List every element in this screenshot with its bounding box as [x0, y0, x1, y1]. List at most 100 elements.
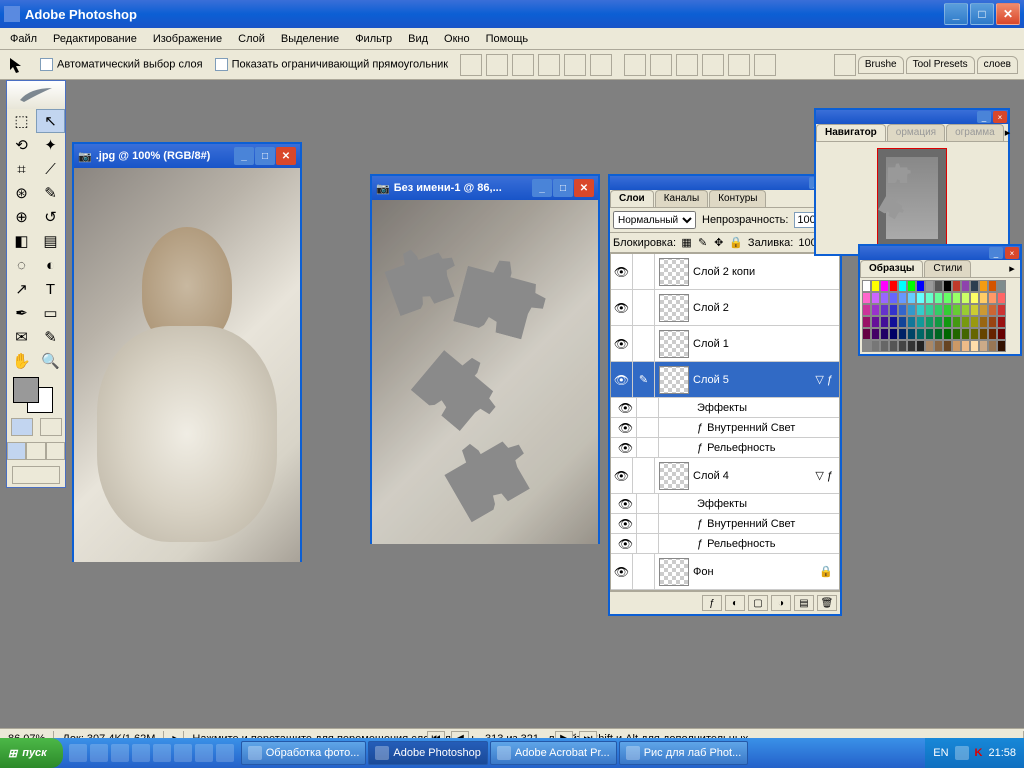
visibility-icon[interactable]: 👁	[611, 254, 633, 289]
swatch[interactable]	[880, 280, 889, 292]
swatch[interactable]	[997, 280, 1006, 292]
fg-color[interactable]	[13, 377, 39, 403]
tab-channels[interactable]: Каналы	[655, 190, 709, 207]
dist-btn[interactable]	[676, 54, 698, 76]
tab-info[interactable]: ормация	[887, 124, 945, 141]
set-button[interactable]: ▢	[748, 595, 768, 611]
swatch[interactable]	[934, 292, 943, 304]
swatch[interactable]	[943, 304, 952, 316]
ql-icon[interactable]	[90, 744, 108, 762]
swatch[interactable]	[871, 328, 880, 340]
ql-icon[interactable]	[195, 744, 213, 762]
swatch[interactable]	[979, 304, 988, 316]
swatch[interactable]	[979, 316, 988, 328]
swatch[interactable]	[898, 280, 907, 292]
eraser-tool[interactable]: ◧	[7, 229, 36, 253]
well-tab-presets[interactable]: Tool Presets	[906, 56, 975, 74]
swatch[interactable]	[862, 292, 871, 304]
swatch[interactable]	[871, 340, 880, 352]
lock-move-icon[interactable]: ✥	[713, 236, 724, 249]
layer-thumb[interactable]	[659, 366, 689, 394]
swatch[interactable]	[898, 328, 907, 340]
link-cell[interactable]	[633, 290, 655, 325]
swatch[interactable]	[997, 304, 1006, 316]
tab-histogram[interactable]: ограмма	[946, 124, 1004, 141]
layer-row[interactable]: 👁✎Слой 5▽ ƒ	[611, 362, 839, 398]
ql-icon[interactable]	[111, 744, 129, 762]
panel-close-button[interactable]: ×	[1005, 247, 1019, 259]
task-button[interactable]: Обработка фото...	[241, 741, 367, 765]
layer-row[interactable]: 👁ƒРельефность	[611, 438, 839, 458]
doc-max-button[interactable]: □	[255, 147, 275, 165]
swatch[interactable]	[907, 316, 916, 328]
doc2-titlebar[interactable]: 📷 Без имени-1 @ 86,... _ □ ✕	[372, 176, 598, 200]
path-tool[interactable]: ↗	[7, 277, 36, 301]
heal-tool[interactable]: ⊛	[7, 181, 36, 205]
blend-mode-select[interactable]: Нормальный	[613, 211, 696, 229]
menu-Фильтр[interactable]: Фильтр	[347, 30, 400, 48]
align-btn[interactable]	[564, 54, 586, 76]
quickmask-mode[interactable]	[40, 418, 62, 436]
screen-standard[interactable]	[7, 442, 26, 460]
swatch[interactable]	[889, 340, 898, 352]
visibility-icon[interactable]: 👁	[615, 418, 637, 437]
layer-thumb[interactable]	[659, 258, 689, 286]
swatch[interactable]	[907, 304, 916, 316]
layer-row[interactable]: 👁Слой 2	[611, 290, 839, 326]
swatch[interactable]	[898, 340, 907, 352]
type-tool[interactable]: T	[36, 277, 65, 301]
align-btn[interactable]	[512, 54, 534, 76]
swatch[interactable]	[997, 292, 1006, 304]
doc2-canvas[interactable]	[372, 200, 598, 544]
swatch[interactable]	[934, 280, 943, 292]
kaspersky-icon[interactable]: K	[975, 747, 983, 759]
maximize-button[interactable]: □	[970, 3, 994, 25]
swatch[interactable]	[907, 292, 916, 304]
align-btn[interactable]	[486, 54, 508, 76]
ql-icon[interactable]	[216, 744, 234, 762]
swatch[interactable]	[979, 280, 988, 292]
document-window-2[interactable]: 📷 Без имени-1 @ 86,... _ □ ✕	[370, 174, 600, 544]
panel-min-button[interactable]: _	[989, 247, 1003, 259]
dist-btn[interactable]	[650, 54, 672, 76]
tab-paths[interactable]: Контуры	[709, 190, 766, 207]
swatch[interactable]	[916, 280, 925, 292]
lasso-tool[interactable]: ⟲	[7, 133, 36, 157]
dodge-tool[interactable]: ◐	[36, 253, 65, 277]
swatch[interactable]	[862, 304, 871, 316]
ql-icon[interactable]	[69, 744, 87, 762]
swatch[interactable]	[952, 316, 961, 328]
navigator-view[interactable]	[816, 142, 1008, 254]
swatch[interactable]	[925, 328, 934, 340]
swatch[interactable]	[871, 292, 880, 304]
link-cell[interactable]	[633, 326, 655, 361]
wand-tool[interactable]: ✦	[36, 133, 65, 157]
swatch[interactable]	[925, 292, 934, 304]
layer-row[interactable]: 👁Эффекты	[611, 398, 839, 418]
swatch[interactable]	[880, 316, 889, 328]
swatch[interactable]	[943, 340, 952, 352]
swatch[interactable]	[997, 340, 1006, 352]
align-btn[interactable]	[590, 54, 612, 76]
brush-tool[interactable]: ✎	[36, 181, 65, 205]
tab-swatches[interactable]: Образцы	[860, 260, 923, 277]
swatch[interactable]	[961, 340, 970, 352]
clock[interactable]: 21:58	[988, 747, 1016, 759]
swatch[interactable]	[898, 292, 907, 304]
swatch[interactable]	[952, 328, 961, 340]
swatch[interactable]	[943, 328, 952, 340]
swatch[interactable]	[925, 304, 934, 316]
link-cell[interactable]	[633, 458, 655, 493]
tab-navigator[interactable]: Навигатор	[816, 124, 886, 141]
lock-paint-icon[interactable]: ✎	[697, 236, 708, 249]
pen-tool[interactable]: ✒	[7, 301, 36, 325]
swatch[interactable]	[916, 316, 925, 328]
doc-close-button[interactable]: ✕	[276, 147, 296, 165]
swatch[interactable]	[997, 316, 1006, 328]
adjust-button[interactable]: ◑	[771, 595, 791, 611]
swatch[interactable]	[907, 280, 916, 292]
new-button[interactable]: ▤	[794, 595, 814, 611]
swatch[interactable]	[934, 316, 943, 328]
layer-row[interactable]: 👁ƒВнутренний Свет	[611, 514, 839, 534]
menu-Файл[interactable]: Файл	[2, 30, 45, 48]
